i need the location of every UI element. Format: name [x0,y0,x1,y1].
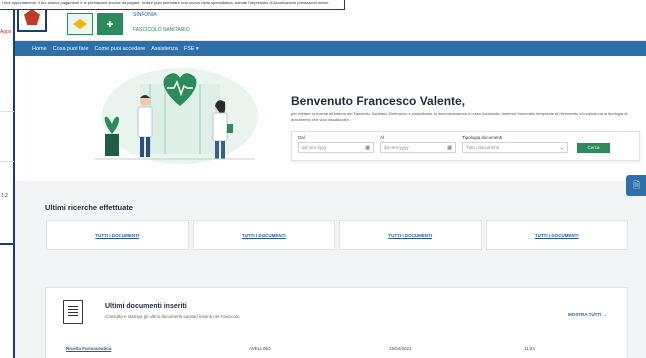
document-type-select[interactable]: Tutti i documenti ⌄ [462,142,568,153]
screen: i tuoi appuntamenti, il tuo storico paga… [0,0,646,358]
to-date-label: Al [380,135,385,140]
fse-window: ✚ SINFONIA FASCICOLO SANITARIO Home Cosa… [14,10,646,358]
from-date-placeholder: dd-mm-yyyy [302,145,327,150]
hero-section: Benvenuto Francesco Valente, per iniziar… [15,56,646,181]
background-left-panel: Apps 1.2 [0,10,14,358]
nav-item-assistenza[interactable]: Assistenza [151,46,178,52]
nav-item-come-accedere[interactable]: Come puoi accedere [94,46,145,52]
document-time-cell: 11:24 [524,346,535,351]
calendar-icon[interactable]: ▦ [365,145,370,151]
chevron-down-icon: ⌄ [559,145,564,151]
background-apps-label: Apps [0,29,12,35]
document-type-cell[interactable]: Ricetta Farmaceutica [66,346,111,351]
latest-documents-title: Ultimi documenti inseriti [105,303,187,310]
document-type-label: Tipologia documenti [462,135,503,140]
background-row [0,150,14,162]
background-number: 1.2 [1,193,8,199]
recent-search-card[interactable]: TUTTI I DOCUMENTI [46,220,189,250]
sinfonia-logo[interactable] [67,13,93,35]
search-card: Dal dd-mm-yyyy ▦ Al dd-mm-yyyy ▦ Tipolog… [291,131,640,161]
welcome-subtitle: per iniziare la ricerca all'interno del … [291,111,628,122]
doctors-illustration [95,68,258,164]
brand-line1: SINFONIA [133,12,157,18]
search-button[interactable]: Cerca [577,143,610,153]
from-date-label: Dal [298,135,305,140]
nav-item-cosa-puoi-fare[interactable]: Cosa puoi fare [53,46,89,52]
document-list-icon [63,300,83,324]
topbar: ✚ SINFONIA FASCICOLO SANITARIO [15,10,646,41]
recent-search-card[interactable]: TUTTI I DOCUMENTI [339,220,482,250]
main-nav: Home Cosa puoi fare Come puoi accedere A… [15,41,646,56]
brand-text: SINFONIA FASCICOLO SANITARIO [133,12,190,33]
nav-item-home[interactable]: Home [32,46,47,52]
calendar-icon[interactable]: ▦ [447,145,452,151]
show-all-link[interactable]: MOSTRA TUTTI → [568,312,607,317]
document-place-cell: AVELLINO [249,346,271,351]
document-side-button[interactable]: 🗎 [626,175,646,196]
document-type-value: Tutti i documenti [466,145,499,150]
document-icon: 🗎 [632,179,641,190]
recent-searches-list: TUTTI I DOCUMENTI TUTTI I DOCUMENTI TUTT… [46,220,628,250]
fse-logo[interactable]: ✚ [97,13,123,35]
logo-group: ✚ [67,13,127,37]
brand-line2: FASCICOLO SANITARIO [133,27,190,33]
recent-search-card[interactable]: TUTTI I DOCUMENTI [192,220,335,250]
table-row[interactable]: Ricetta Farmaceutica AVELLINO 15/04/2021… [66,343,616,355]
to-date-field[interactable]: dd-mm-yyyy ▦ [380,142,456,153]
document-date-cell: 15/04/2021 [389,346,412,351]
to-date-placeholder: dd-mm-yyyy [384,145,409,150]
region-crest-logo[interactable] [17,10,47,32]
background-row [0,100,14,112]
nav-item-fse-dropdown[interactable]: FSE ▾ [184,46,199,52]
welcome-title: Benvenuto Francesco Valente, [291,94,466,108]
latest-documents-card: Ultimi documenti inseriti Consulta e sta… [45,287,628,358]
recent-searches-title: Ultimi ricerche effettuate [45,203,133,212]
background-divider [0,243,14,245]
background-notice: i tuoi appuntamenti, il tuo storico paga… [0,0,345,10]
from-date-field[interactable]: dd-mm-yyyy ▦ [298,142,374,153]
recent-search-card[interactable]: TUTTI I DOCUMENTI [485,220,628,250]
latest-documents-subtitle: Consulta e stampa gli ultimi documenti s… [105,314,240,319]
